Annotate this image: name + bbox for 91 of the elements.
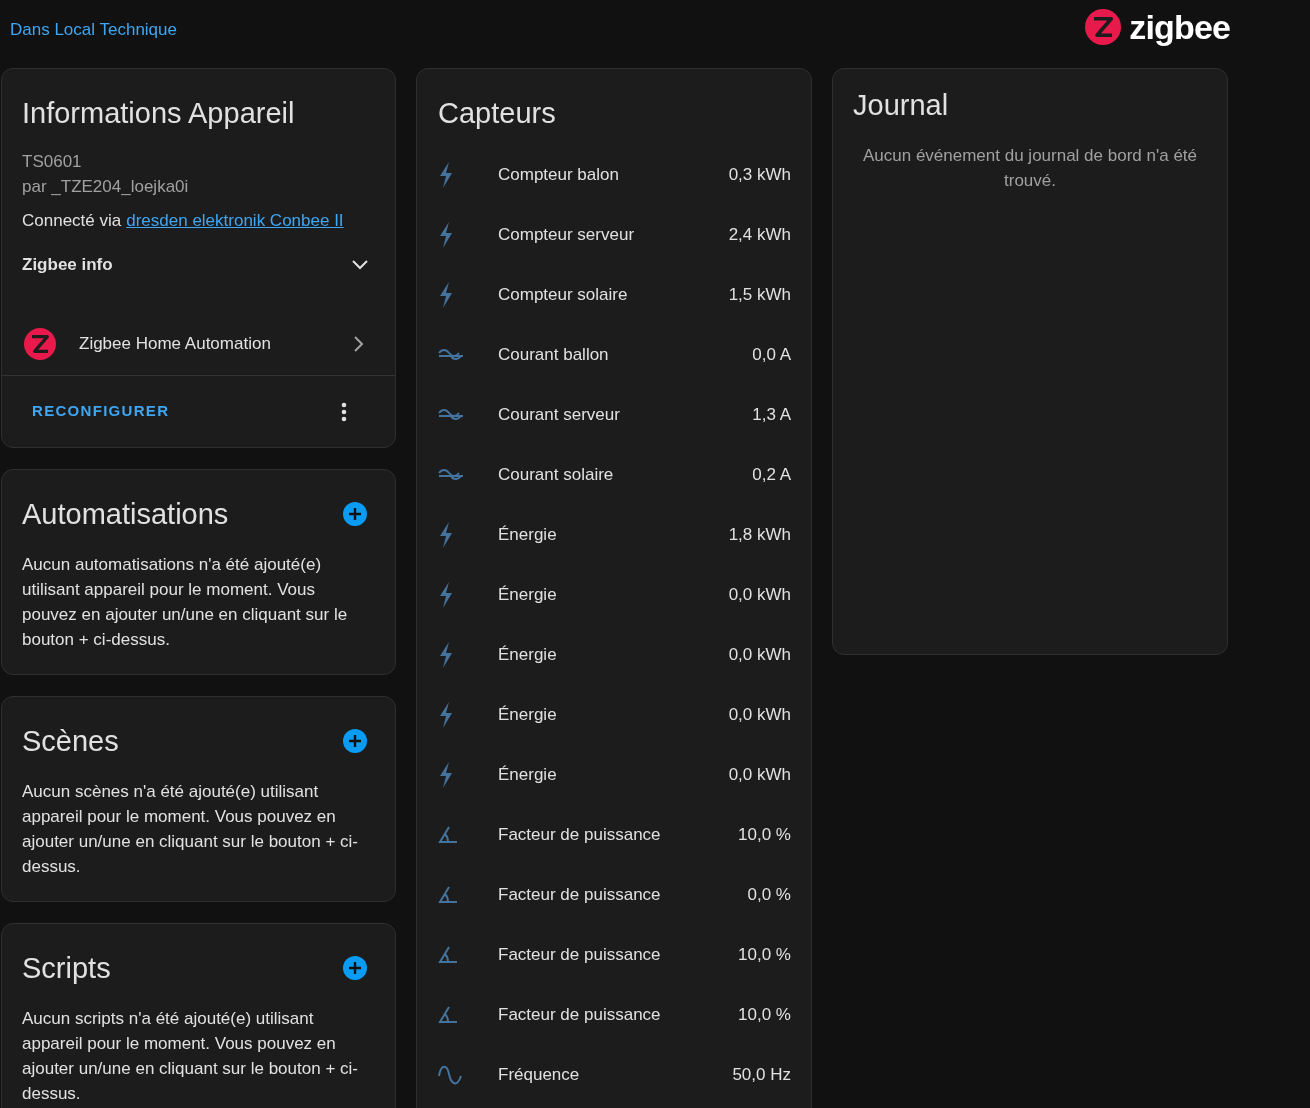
card-title: Automatisations [22, 497, 229, 532]
card-title: Scripts [22, 951, 111, 986]
chevron-right-icon [353, 336, 363, 352]
sine-wave-icon [438, 1063, 464, 1087]
zigbee-logo-icon [1085, 9, 1122, 45]
sensor-value: 0,0 kWh [728, 584, 791, 607]
sensor-name: Facteur de puissance [498, 1004, 662, 1027]
zigbee-logo-icon [24, 328, 56, 360]
sensor-row[interactable]: Compteur solaire 1,5 kWh [417, 265, 811, 325]
sensor-value: 0,3 kWh [728, 164, 791, 187]
lightning-bolt-icon [438, 582, 454, 608]
sensor-value: 10,0 % [738, 824, 791, 847]
lightning-bolt-icon [438, 222, 454, 248]
sensor-value: 0,0 kWh [728, 764, 791, 787]
card-title: Informations Appareil [22, 96, 296, 131]
empty-message: Aucun scripts n'a été ajouté(e) utilisant appareil pour le moment. Vous pouvez en ajouter un/une en cliquant sur le bouton + ci-dessus. [22, 1008, 359, 1105]
sensor-row[interactable]: Facteur de puissance 10,0 % [417, 985, 811, 1045]
sensor-row[interactable]: Facteur de puissance 10,0 % [417, 925, 811, 985]
sensor-value: 0,0 % [747, 884, 791, 907]
empty-message: Aucun scènes n'a été ajouté(e) utilisant appareil pour le moment. Vous pouvez en ajouter un/une en cliquant sur le bouton + ci-dessus. [22, 781, 359, 878]
sensor-value: 0,0 A [752, 344, 791, 367]
sensor-value: 10,0 % [738, 944, 791, 967]
angle-icon [438, 946, 458, 964]
sensor-name: Énergie [498, 524, 558, 547]
lightning-bolt-icon [438, 162, 454, 188]
sensor-row[interactable]: Facteur de puissance 10,0 % [417, 805, 811, 865]
more-options-icon[interactable] [341, 401, 347, 422]
sensor-name: Courant solaire [498, 464, 615, 487]
lightning-bolt-icon [438, 642, 454, 668]
chevron-icon [352, 260, 368, 270]
sensor-name: Compteur solaire [498, 284, 629, 307]
angle-icon [438, 826, 458, 844]
empty-message: Aucun automatisations n'a été ajouté(e) utilisant appareil pour le moment. Vous pouvez en ajouter un/une en cliquant sur le bouton + ci-dessus. [22, 554, 349, 651]
sensor-row[interactable]: Fréquence 50,0 Hz [417, 1045, 811, 1105]
sensor-value: 1,3 A [752, 404, 791, 427]
sensor-row[interactable]: Courant ballon 0,0 A [417, 325, 811, 385]
coordinator-link[interactable]: dresden elektronik Conbee II [126, 208, 344, 233]
lightning-bolt-icon [438, 282, 454, 308]
angle-icon [438, 886, 458, 904]
card-title: Scènes [22, 724, 119, 759]
sensor-name: Facteur de puissance [498, 824, 662, 847]
sensor-row[interactable]: Énergie 0,0 kWh [417, 625, 811, 685]
sensor-value: 50,0 Hz [732, 1064, 791, 1087]
device-manufacturer: par _TZE204_loejka0i [22, 176, 190, 198]
sensor-row[interactable]: Courant serveur 1,3 A [417, 385, 811, 445]
sensor-row[interactable]: Énergie 1,8 kWh [417, 505, 811, 565]
sensor-row[interactable]: Énergie 0,0 kWh [417, 565, 811, 625]
lightning-bolt-icon [438, 522, 454, 548]
sensor-name: Énergie [498, 704, 558, 727]
add-icon[interactable] [342, 728, 368, 754]
zigbee-wordmark: zigbee [1129, 10, 1230, 44]
angle-icon [438, 1006, 458, 1024]
add-icon[interactable] [342, 501, 368, 527]
device-model: TS0601 [22, 151, 83, 173]
ac-current-icon [438, 469, 464, 481]
sensor-name: Courant serveur [498, 404, 621, 427]
sensor-row[interactable]: Facteur de puissance 0,0 % [417, 865, 811, 925]
ac-current-icon [438, 349, 464, 361]
sensor-value: 0,0 kWh [728, 704, 791, 727]
sensor-name: Facteur de puissance [498, 884, 662, 907]
sensor-value: 2,4 kWh [728, 224, 791, 247]
sensor-name: Énergie [498, 584, 558, 607]
area-link[interactable]: Dans Local Technique [10, 17, 177, 43]
sensor-name: Fréquence [498, 1064, 581, 1087]
sensor-row[interactable]: Compteur serveur 2,4 kWh [417, 205, 811, 265]
reconfigure-button[interactable]: RECONFIGURER [22, 393, 180, 430]
card-title: Journal [853, 88, 950, 123]
lightning-bolt-icon [438, 702, 454, 728]
sensor-value: 0,2 A [752, 464, 791, 487]
sensor-name: Énergie [498, 644, 558, 667]
sensor-name: Courant ballon [498, 344, 610, 367]
integration-item[interactable]: Zigbee Home Automation [2, 317, 395, 371]
add-icon[interactable] [342, 955, 368, 981]
sensor-value: 1,8 kWh [728, 524, 791, 547]
card-title: Capteurs [437, 96, 557, 131]
sensor-row[interactable]: Énergie 0,0 kWh [417, 685, 811, 745]
empty-message: Aucun événement du journal de bord n'a été trouvé. [861, 145, 1198, 192]
sensor-name: Facteur de puissance [498, 944, 662, 967]
sensor-name: Compteur balon [498, 164, 620, 187]
sensor-row[interactable]: Courant solaire 0,2 A [417, 445, 811, 505]
sensor-row[interactable]: Énergie 0,0 kWh [417, 745, 811, 805]
ac-current-icon [438, 409, 464, 421]
sensor-value: 10,0 % [738, 1004, 791, 1027]
sensor-value: 1,5 kWh [728, 284, 791, 307]
sensor-value: 0,0 kWh [728, 644, 791, 667]
zigbee-info-expander[interactable]: Zigbee info [22, 243, 375, 287]
sensor-row[interactable]: Compteur balon 0,3 kWh [417, 145, 811, 205]
connected-label: Connecté via [22, 210, 122, 232]
sensor-name: Énergie [498, 764, 558, 787]
lightning-bolt-icon [438, 762, 454, 788]
sensor-name: Compteur serveur [498, 224, 636, 247]
